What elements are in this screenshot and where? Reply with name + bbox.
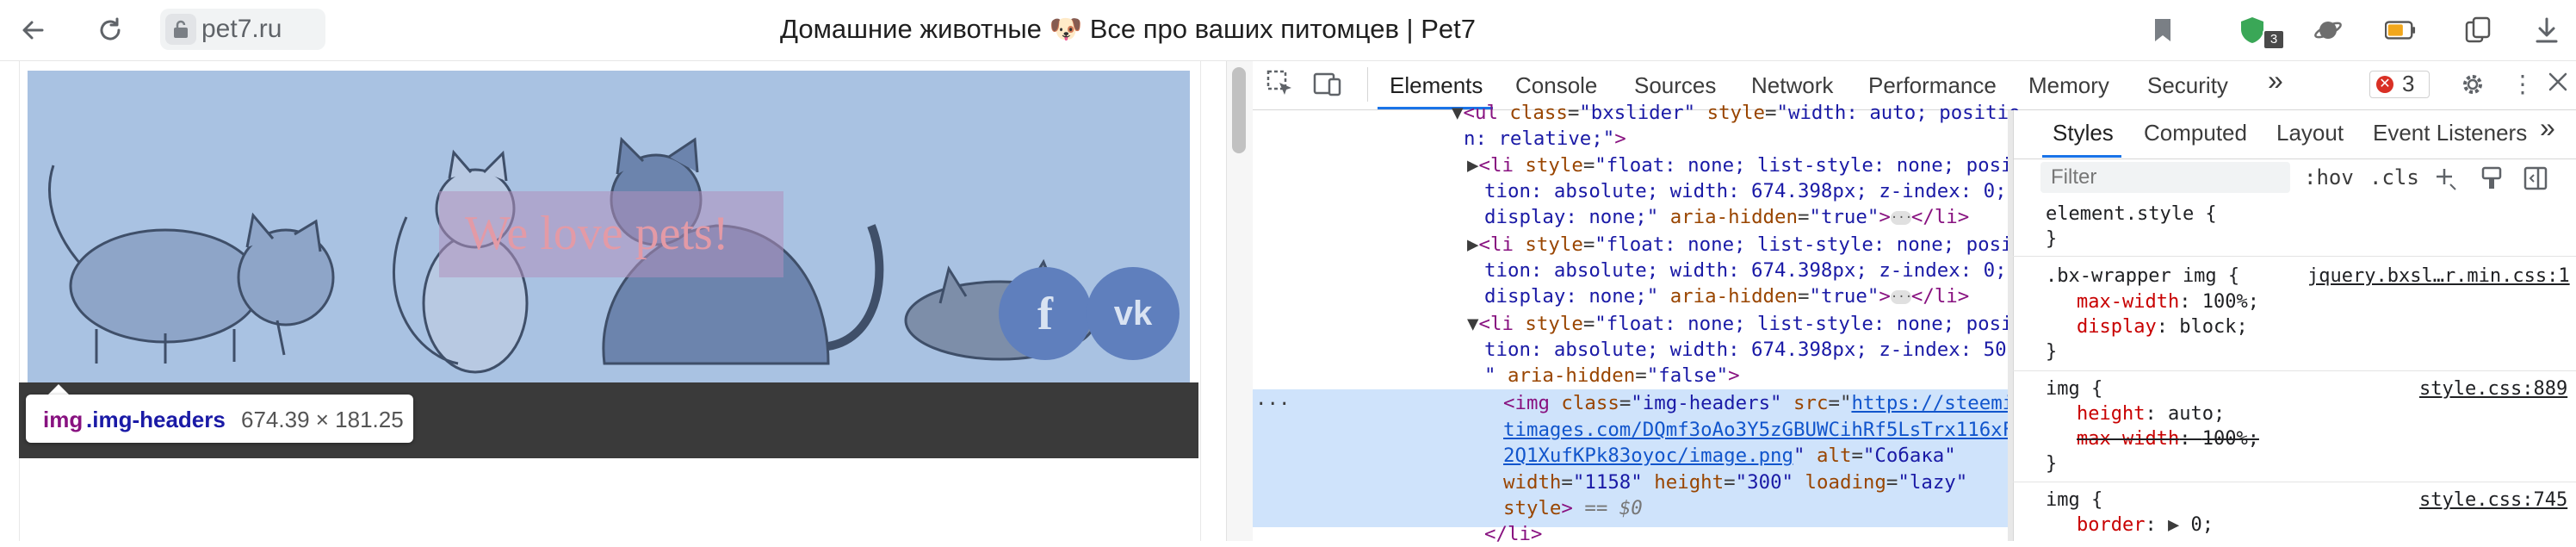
filter-placeholder: Filter bbox=[2051, 165, 2097, 189]
tab-security[interactable]: Security bbox=[2147, 71, 2228, 100]
page-edge bbox=[1200, 61, 1201, 541]
facebook-icon[interactable]: f bbox=[999, 267, 1092, 360]
download-icon[interactable] bbox=[2531, 15, 2562, 46]
error-icon: ✕ bbox=[2376, 76, 2393, 93]
slider-caption: We love pets! bbox=[465, 207, 729, 260]
dom-line[interactable]: ▼<ul class="bxslider" style="width: auto… bbox=[1452, 100, 2021, 126]
dom-line-li[interactable]: ▶<li style="float: none; list-style: non… bbox=[1467, 152, 2013, 178]
rule-divider bbox=[2013, 256, 2576, 257]
page-title: Домашние животные 🐶 Все про ваших питомц… bbox=[780, 14, 1476, 44]
rule-divider bbox=[2013, 370, 2576, 371]
dom-line[interactable]: " aria-hidden="false"> bbox=[1484, 363, 1740, 388]
copy-extension-icon[interactable] bbox=[2462, 15, 2493, 46]
css-property[interactable]: height: auto; bbox=[2077, 401, 2225, 426]
close-icon[interactable] bbox=[2545, 69, 2571, 99]
tab-memory[interactable]: Memory bbox=[2028, 71, 2109, 100]
cat-illustration bbox=[48, 165, 335, 364]
node-actions-dots[interactable]: ··· bbox=[1255, 391, 1290, 417]
class-toggle[interactable]: .cls bbox=[2369, 164, 2419, 191]
tooltip-tag: img bbox=[43, 407, 84, 432]
tab-styles[interactable]: Styles bbox=[2053, 118, 2114, 147]
rule-selector[interactable]: img { bbox=[2046, 376, 2102, 401]
url-text[interactable]: pet7.ru bbox=[201, 11, 282, 47]
error-count: 3 bbox=[2402, 71, 2415, 96]
dom-line[interactable]: width="1158" height="300" loading="lazy" bbox=[1503, 469, 1967, 495]
css-property[interactable]: max-width: 100%; bbox=[2077, 289, 2259, 314]
dom-line[interactable]: </li> bbox=[1484, 521, 1542, 547]
rule-source-link[interactable]: style.css:889 bbox=[2419, 376, 2567, 401]
dom-line[interactable]: 2Q1XufKPk83oyoc/image.png" alt="Собака" bbox=[1503, 443, 1956, 469]
dom-line[interactable]: n: relative;"> bbox=[1464, 126, 1626, 152]
tab-layout[interactable]: Layout bbox=[2276, 118, 2344, 147]
tab-elements[interactable]: Elements bbox=[1390, 71, 1483, 100]
css-property[interactable]: border: ▶ 0; bbox=[2077, 513, 2214, 538]
battery-icon[interactable] bbox=[2385, 15, 2416, 46]
toggle-sidebar-icon[interactable] bbox=[2523, 165, 2548, 196]
tab-computed[interactable]: Computed bbox=[2144, 118, 2247, 147]
dom-line[interactable]: style> == $0 bbox=[1503, 495, 1643, 521]
css-property[interactable]: display: block; bbox=[2077, 314, 2248, 339]
tooltip-size: 674.39 × 181.25 bbox=[241, 407, 404, 432]
divider bbox=[1367, 67, 1368, 102]
tooltip-class: .img-headers bbox=[86, 407, 226, 432]
gear-icon[interactable] bbox=[2459, 71, 2486, 103]
rule-source-link[interactable]: jquery.bxsl…r.min.css:1 bbox=[2307, 264, 2570, 289]
rule-close: } bbox=[2046, 453, 2058, 475]
tab-console[interactable]: Console bbox=[1515, 71, 1597, 100]
dom-line-li[interactable]: ▼<li style="float: none; list-style: non… bbox=[1467, 311, 2013, 337]
extension-badge: 3 bbox=[2263, 29, 2285, 50]
vk-icon[interactable]: vk bbox=[1087, 267, 1180, 360]
rule-close: } bbox=[2046, 341, 2058, 363]
tab-performance[interactable]: Performance bbox=[1868, 71, 1997, 100]
rule-selector[interactable]: .bx-wrapper img { bbox=[2046, 264, 2239, 289]
hover-state-toggle[interactable]: :hov bbox=[2304, 164, 2354, 191]
dom-line-li[interactable]: ▶<li style="float: none; list-style: non… bbox=[1467, 232, 2013, 258]
site-info-lock-icon[interactable] bbox=[165, 14, 196, 45]
rule-selector[interactable]: img { bbox=[2046, 488, 2102, 513]
new-rule-plus-icon[interactable] bbox=[2433, 165, 2459, 196]
tab-network[interactable]: Network bbox=[1751, 71, 1833, 100]
bookmark-icon[interactable] bbox=[2147, 15, 2178, 46]
kebab-menu-icon[interactable]: ⋮ bbox=[2511, 71, 2535, 98]
dom-line[interactable]: tion: absolute; width: 674.398px; z-inde… bbox=[1484, 178, 2007, 204]
tab-sources[interactable]: Sources bbox=[1634, 71, 1716, 100]
back-arrow-icon[interactable] bbox=[17, 15, 48, 46]
page-edge bbox=[19, 61, 20, 541]
device-toolbar-icon[interactable] bbox=[1312, 69, 1343, 103]
dom-line[interactable]: tion: absolute; width: 674.398px; z-inde… bbox=[1484, 258, 2007, 283]
tab-event-listeners[interactable]: Event Listeners bbox=[2373, 118, 2527, 147]
paint-brush-icon[interactable] bbox=[2480, 165, 2504, 196]
rule-close: } bbox=[2046, 228, 2058, 250]
more-panels-chevron-icon[interactable]: » bbox=[2540, 113, 2555, 142]
rule-source-link[interactable]: style.css:745 bbox=[2419, 488, 2567, 513]
planet-extension-icon[interactable] bbox=[2313, 15, 2344, 46]
dom-line[interactable]: tion: absolute; width: 674.398px; z-inde… bbox=[1484, 337, 2018, 363]
rule-selector[interactable]: element.style { bbox=[2046, 202, 2217, 227]
page-scrollbar-thumb[interactable] bbox=[1232, 67, 1246, 153]
dom-line[interactable]: display: none;" aria-hidden="true">···</… bbox=[1484, 204, 1969, 230]
css-property-overridden[interactable]: max-width: 100%; bbox=[2077, 426, 2259, 451]
image-src-link[interactable]: timages.com/DQmf3oAo3Y5zGBUWCihRf5LsTrx1… bbox=[1503, 417, 2014, 443]
tooltip-arrow bbox=[48, 384, 69, 395]
dom-line[interactable]: display: none;" aria-hidden="true">···</… bbox=[1484, 283, 1969, 309]
dom-line-img-selected[interactable]: <img class="img-headers" src="https://st… bbox=[1503, 390, 2014, 416]
reload-icon[interactable] bbox=[95, 15, 126, 46]
more-tabs-chevron-icon[interactable]: » bbox=[2268, 65, 2283, 95]
inspect-element-icon[interactable] bbox=[1266, 69, 1295, 103]
active-tab-indicator bbox=[2042, 155, 2121, 158]
